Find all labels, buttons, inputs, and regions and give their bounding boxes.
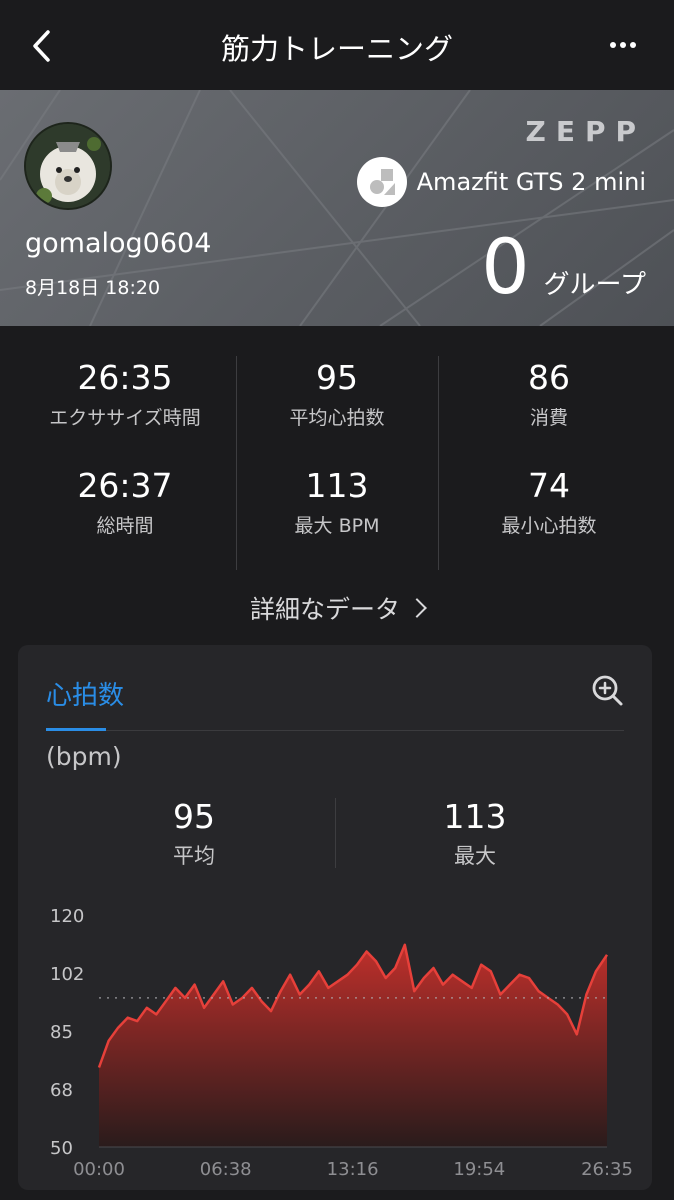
summary-max-value: 113 [443,797,507,836]
y-tick-label: 50 [50,1138,73,1159]
stat-value: 113 [305,466,369,505]
stat-label: 平均心拍数 [289,407,385,429]
username: gomalog0604 [25,228,212,259]
stat-max-bpm: 113 最大 BPM [227,466,447,538]
avatar[interactable] [24,122,112,210]
stat-value: 26:35 [77,358,173,397]
stat-label: 最小心拍数 [501,515,597,537]
group-count-value: 0 [481,222,530,311]
x-tick-label: 00:00 [73,1159,125,1180]
stat-label: 最大 BPM [294,515,380,537]
device-icon [356,157,407,207]
heart-rate-area [99,944,607,1147]
y-tick-label: 85 [50,1022,73,1043]
stat-label: 消費 [529,407,568,429]
x-tick-label: 06:38 [200,1159,252,1180]
summary-average: 95 平均 [94,797,294,870]
group-count-unit: グループ [543,270,646,300]
device-info: Amazfit GTS 2 mini [356,154,646,210]
tab-heart-rate[interactable]: 心拍数 [46,675,124,712]
stat-divider [438,356,439,570]
summary-max-label: 最大 [454,844,496,868]
stat-min-heart-rate: 74 最小心拍数 [439,466,659,538]
stat-exercise-time: 26:35 エクササイズ時間 [15,358,235,430]
zoom-in-icon[interactable] [590,673,624,707]
avatar-image [26,124,110,208]
tab-divider [46,730,624,731]
nav-bar: 筋力トレーニング [0,0,674,90]
stat-total-time: 26:37 総時間 [15,466,235,538]
heart-rate-card: 心拍数 (bpm) 95 平均 113 最大 120 102 85 68 50 00:00… [18,645,652,1190]
summary-max: 113 最大 [375,797,575,870]
unit-label: (bpm) [46,742,122,771]
stat-calories: 86 消費 [439,358,659,430]
stat-average-heart-rate: 95 平均心拍数 [227,358,447,430]
detailed-data-link[interactable]: 詳細なデータ [0,590,674,626]
more-options-icon[interactable] [610,30,646,60]
page-title: 筋力トレーニング [220,32,453,66]
device-name: Amazfit GTS 2 mini [416,168,646,196]
stat-value: 74 [528,466,570,505]
detailed-data-label: 詳細なデータ [249,595,400,624]
y-tick-label: 120 [50,906,84,927]
group-count: 0 グループ [481,222,646,311]
stat-divider [236,356,237,570]
workout-datetime: 8月18日 18:20 [25,277,161,299]
stat-label: エクササイズ時間 [49,407,201,429]
x-tick-label: 19:54 [453,1159,505,1180]
summary-average-value: 95 [173,797,215,836]
chevron-right-icon [407,598,427,618]
summary-average-label: 平均 [173,844,215,868]
zepp-logo: ZEPP [525,115,646,148]
x-tick-label: 13:16 [327,1159,379,1180]
y-tick-label: 68 [50,1080,73,1101]
x-tick-label: 26:35 [581,1159,633,1180]
heart-rate-chart: 120 102 85 68 5000:00 06:38 13:16 19:54 26:35 [50,906,633,1180]
stat-label: 総時間 [96,515,154,537]
stat-value: 86 [528,358,570,397]
tab-active-indicator [46,728,106,731]
y-tick-label: 102 [50,964,84,985]
stat-value: 95 [316,358,358,397]
stats-grid: 26:35 エクササイズ時間 95 平均心拍数 86 消費 26:37 総時間 … [0,350,674,570]
summary-divider [335,798,336,868]
workout-header: gomalog0604 8月18日 18:20 ZEPP Amazfit GTS… [0,90,674,326]
stat-value: 26:37 [77,466,173,505]
